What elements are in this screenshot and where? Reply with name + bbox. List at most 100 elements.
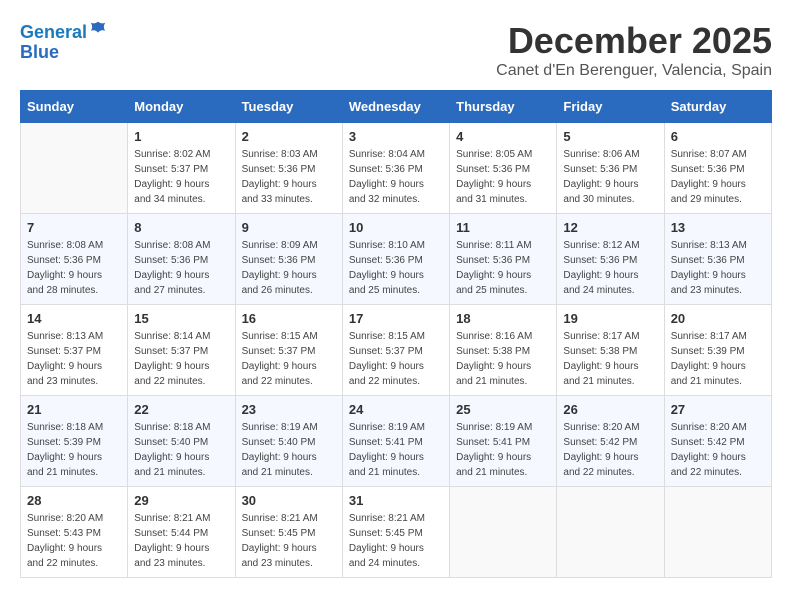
day-info: Sunrise: 8:13 AM Sunset: 5:37 PM Dayligh… [27,329,121,389]
day-number: 2 [242,129,336,144]
day-number: 26 [563,402,657,417]
day-info: Sunrise: 8:16 AM Sunset: 5:38 PM Dayligh… [456,329,550,389]
day-number: 14 [27,311,121,326]
day-number: 30 [242,493,336,508]
day-info: Sunrise: 8:21 AM Sunset: 5:45 PM Dayligh… [242,511,336,571]
day-number: 10 [349,220,443,235]
calendar-cell: 14 Sunrise: 8:13 AM Sunset: 5:37 PM Dayli… [21,305,128,396]
month-title: December 2025 [496,20,772,62]
day-info: Sunrise: 8:19 AM Sunset: 5:40 PM Dayligh… [242,420,336,480]
day-number: 4 [456,129,550,144]
logo-bird-icon [89,20,107,38]
day-info: Sunrise: 8:20 AM Sunset: 5:42 PM Dayligh… [563,420,657,480]
calendar-cell [21,123,128,214]
day-number: 27 [671,402,765,417]
calendar-header-row: SundayMondayTuesdayWednesdayThursdayFrid… [21,91,772,123]
day-info: Sunrise: 8:14 AM Sunset: 5:37 PM Dayligh… [134,329,228,389]
day-info: Sunrise: 8:08 AM Sunset: 5:36 PM Dayligh… [134,238,228,298]
day-info: Sunrise: 8:15 AM Sunset: 5:37 PM Dayligh… [349,329,443,389]
day-number: 5 [563,129,657,144]
day-number: 23 [242,402,336,417]
day-info: Sunrise: 8:10 AM Sunset: 5:36 PM Dayligh… [349,238,443,298]
day-info: Sunrise: 8:21 AM Sunset: 5:44 PM Dayligh… [134,511,228,571]
calendar-cell [664,487,771,578]
calendar-cell [557,487,664,578]
location-title: Canet d'En Berenguer, Valencia, Spain [496,62,772,80]
calendar-cell: 23 Sunrise: 8:19 AM Sunset: 5:40 PM Dayli… [235,396,342,487]
day-number: 9 [242,220,336,235]
calendar-cell: 19 Sunrise: 8:17 AM Sunset: 5:38 PM Dayli… [557,305,664,396]
day-info: Sunrise: 8:09 AM Sunset: 5:36 PM Dayligh… [242,238,336,298]
day-header-thursday: Thursday [450,91,557,123]
day-number: 11 [456,220,550,235]
title-section: December 2025 Canet d'En Berenguer, Vale… [496,20,772,80]
calendar-cell: 5 Sunrise: 8:06 AM Sunset: 5:36 PM Daylig… [557,123,664,214]
calendar-cell: 26 Sunrise: 8:20 AM Sunset: 5:42 PM Dayli… [557,396,664,487]
calendar-cell: 27 Sunrise: 8:20 AM Sunset: 5:42 PM Dayli… [664,396,771,487]
day-header-friday: Friday [557,91,664,123]
day-header-wednesday: Wednesday [342,91,449,123]
day-info: Sunrise: 8:06 AM Sunset: 5:36 PM Dayligh… [563,147,657,207]
day-info: Sunrise: 8:05 AM Sunset: 5:36 PM Dayligh… [456,147,550,207]
calendar-cell: 18 Sunrise: 8:16 AM Sunset: 5:38 PM Dayli… [450,305,557,396]
day-number: 24 [349,402,443,417]
day-number: 29 [134,493,228,508]
day-info: Sunrise: 8:13 AM Sunset: 5:36 PM Dayligh… [671,238,765,298]
day-info: Sunrise: 8:18 AM Sunset: 5:40 PM Dayligh… [134,420,228,480]
day-info: Sunrise: 8:11 AM Sunset: 5:36 PM Dayligh… [456,238,550,298]
calendar-cell: 20Sunrise: 8:17 AM Sunset: 5:39 PM Dayli… [664,305,771,396]
calendar-cell: 2 Sunrise: 8:03 AM Sunset: 5:36 PM Daylig… [235,123,342,214]
day-number: 28 [27,493,121,508]
day-info: Sunrise: 8:12 AM Sunset: 5:36 PM Dayligh… [563,238,657,298]
calendar-cell: 29 Sunrise: 8:21 AM Sunset: 5:44 PM Dayli… [128,487,235,578]
calendar-cell: 21 Sunrise: 8:18 AM Sunset: 5:39 PM Dayli… [21,396,128,487]
day-header-saturday: Saturday [664,91,771,123]
calendar-cell: 9 Sunrise: 8:09 AM Sunset: 5:36 PM Daylig… [235,214,342,305]
calendar-cell: 7Sunrise: 8:08 AM Sunset: 5:36 PM Daylig… [21,214,128,305]
day-number: 6 [671,129,765,144]
calendar-cell: 11 Sunrise: 8:11 AM Sunset: 5:36 PM Dayli… [450,214,557,305]
calendar-cell: 30 Sunrise: 8:21 AM Sunset: 5:45 PM Dayli… [235,487,342,578]
calendar-cell: 8 Sunrise: 8:08 AM Sunset: 5:36 PM Daylig… [128,214,235,305]
day-number: 22 [134,402,228,417]
day-number: 3 [349,129,443,144]
day-info: Sunrise: 8:20 AM Sunset: 5:43 PM Dayligh… [27,511,121,571]
day-info: Sunrise: 8:03 AM Sunset: 5:36 PM Dayligh… [242,147,336,207]
day-info: Sunrise: 8:20 AM Sunset: 5:42 PM Dayligh… [671,420,765,480]
calendar-cell: 15 Sunrise: 8:14 AM Sunset: 5:37 PM Dayli… [128,305,235,396]
day-info: Sunrise: 8:19 AM Sunset: 5:41 PM Dayligh… [456,420,550,480]
day-info: Sunrise: 8:17 AM Sunset: 5:38 PM Dayligh… [563,329,657,389]
day-info: Sunrise: 8:21 AM Sunset: 5:45 PM Dayligh… [349,511,443,571]
day-info: Sunrise: 8:19 AM Sunset: 5:41 PM Dayligh… [349,420,443,480]
calendar-cell: 13Sunrise: 8:13 AM Sunset: 5:36 PM Dayli… [664,214,771,305]
day-info: Sunrise: 8:08 AM Sunset: 5:36 PM Dayligh… [27,238,121,298]
day-number: 19 [563,311,657,326]
day-info: Sunrise: 8:18 AM Sunset: 5:39 PM Dayligh… [27,420,121,480]
day-number: 18 [456,311,550,326]
day-number: 16 [242,311,336,326]
day-header-monday: Monday [128,91,235,123]
calendar-cell: 16 Sunrise: 8:15 AM Sunset: 5:37 PM Dayli… [235,305,342,396]
day-info: Sunrise: 8:04 AM Sunset: 5:36 PM Dayligh… [349,147,443,207]
calendar-cell: 6 Sunrise: 8:07 AM Sunset: 5:36 PM Daylig… [664,123,771,214]
day-number: 21 [27,402,121,417]
logo-text: General Blue [20,20,107,63]
day-number: 17 [349,311,443,326]
day-number: 1 [134,129,228,144]
day-info: Sunrise: 8:07 AM Sunset: 5:36 PM Dayligh… [671,147,765,207]
day-number: 12 [563,220,657,235]
calendar-cell: 1Sunrise: 8:02 AM Sunset: 5:37 PM Daylig… [128,123,235,214]
calendar-cell: 10 Sunrise: 8:10 AM Sunset: 5:36 PM Dayli… [342,214,449,305]
calendar-cell: 17 Sunrise: 8:15 AM Sunset: 5:37 PM Dayli… [342,305,449,396]
day-number: 15 [134,311,228,326]
calendar-table: SundayMondayTuesdayWednesdayThursdayFrid… [20,90,772,578]
calendar-week-row: 28 Sunrise: 8:20 AM Sunset: 5:43 PM Dayli… [21,487,772,578]
calendar-cell: 24 Sunrise: 8:19 AM Sunset: 5:41 PM Dayli… [342,396,449,487]
logo: General Blue [20,20,107,63]
calendar-cell: 22 Sunrise: 8:18 AM Sunset: 5:40 PM Dayli… [128,396,235,487]
calendar-cell: 31Sunrise: 8:21 AM Sunset: 5:45 PM Dayli… [342,487,449,578]
calendar-cell [450,487,557,578]
day-info: Sunrise: 8:15 AM Sunset: 5:37 PM Dayligh… [242,329,336,389]
day-number: 8 [134,220,228,235]
day-number: 20 [671,311,765,326]
